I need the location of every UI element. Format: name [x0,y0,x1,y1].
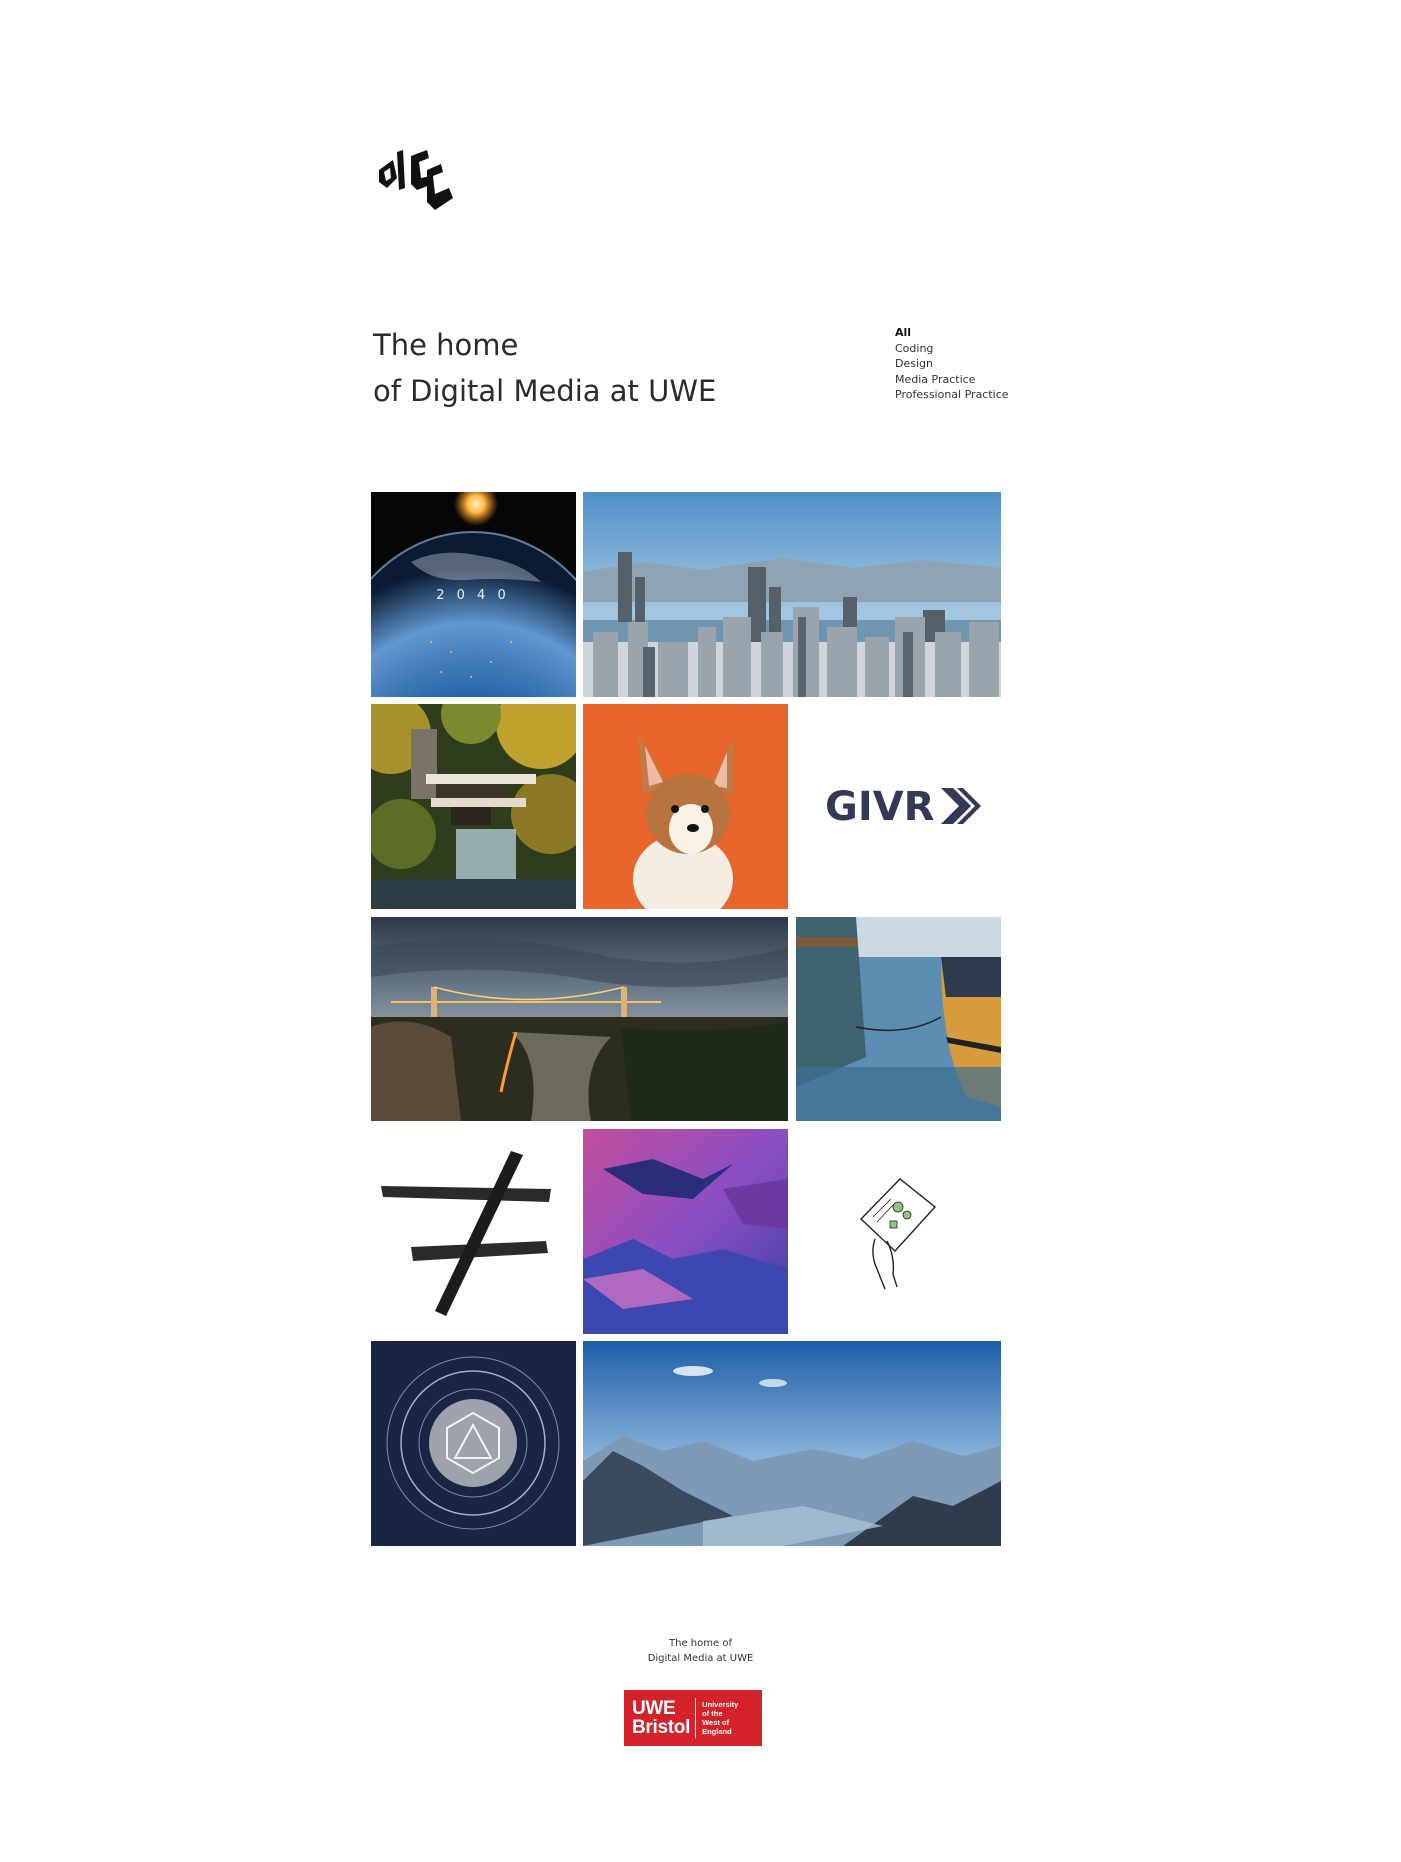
project-tile-hand-sketch[interactable] [795,1129,1001,1334]
filter-professional-practice[interactable]: Professional Practice [895,387,1009,403]
footer-line-1: The home of [669,1638,732,1649]
title-line-1: The home [373,328,519,362]
uwe-sub-line-3: West of [702,1718,730,1727]
uwe-wordmark-line-2: Bristol [632,1717,691,1738]
filter-coding[interactable]: Coding [895,341,1009,357]
givr-logo-image: GIVR [795,704,1001,909]
bridge-image [371,917,788,1121]
project-tile-not-equal[interactable] [371,1129,576,1334]
uwe-wordmark-line-1: UWE [632,1698,676,1719]
earth-2040-label: 2 0 4 0 [436,588,509,603]
project-tile-fallingwater[interactable] [371,704,576,909]
uwe-wordmark: UWE Bristol [632,1699,690,1737]
project-tile-mountain-valley[interactable] [583,1341,1001,1546]
hexagon-orbit-image [371,1341,576,1546]
dmc-logo-icon[interactable] [375,148,457,218]
project-tile-purple-abstract[interactable] [583,1129,788,1334]
project-tile-suspension-bridge[interactable] [371,917,788,1121]
project-tile-corgi[interactable] [583,704,788,909]
filter-design[interactable]: Design [895,356,1009,372]
mountain-valley-image [583,1341,1001,1546]
project-tile-city-skyline[interactable] [583,492,1001,697]
project-tile-givr[interactable]: GIVR [795,704,1001,909]
uwe-sub-line-2: of the [702,1709,723,1718]
footer-tagline: The home of Digital Media at UWE [0,1636,1401,1666]
not-equal-sign-image [371,1129,576,1334]
project-tile-earth-2040[interactable]: 2 0 4 0 [371,492,576,697]
title-line-2: of Digital Media at UWE [373,374,717,408]
earth-image: 2 0 4 0 [371,492,576,697]
harbour-boats-image [796,917,1001,1121]
fallingwater-image [371,704,576,909]
project-tile-harbour-boats[interactable] [796,917,1001,1121]
filter-media-practice[interactable]: Media Practice [895,372,1009,388]
corgi-image [583,704,788,909]
purple-abstract-image [583,1129,788,1334]
uwe-sub-line-4: England [702,1727,732,1736]
hand-holding-document-sketch-image [795,1129,1001,1334]
category-filter-nav: All Coding Design Media Practice Profess… [895,325,1009,403]
filter-all[interactable]: All [895,325,1009,341]
uwe-full-name: University of the West of England [702,1700,738,1736]
project-tile-hexagon-orbit[interactable] [371,1341,576,1546]
page-title: The home of Digital Media at UWE [373,322,716,414]
footer-line-2: Digital Media at UWE [647,1653,754,1664]
uwe-sub-line-1: University [702,1700,739,1709]
givr-label: GIVR [825,784,934,830]
city-skyline-image [583,492,1001,697]
uwe-logo-divider [695,1698,697,1738]
uwe-bristol-logo[interactable]: UWE Bristol University of the West of En… [624,1690,762,1746]
